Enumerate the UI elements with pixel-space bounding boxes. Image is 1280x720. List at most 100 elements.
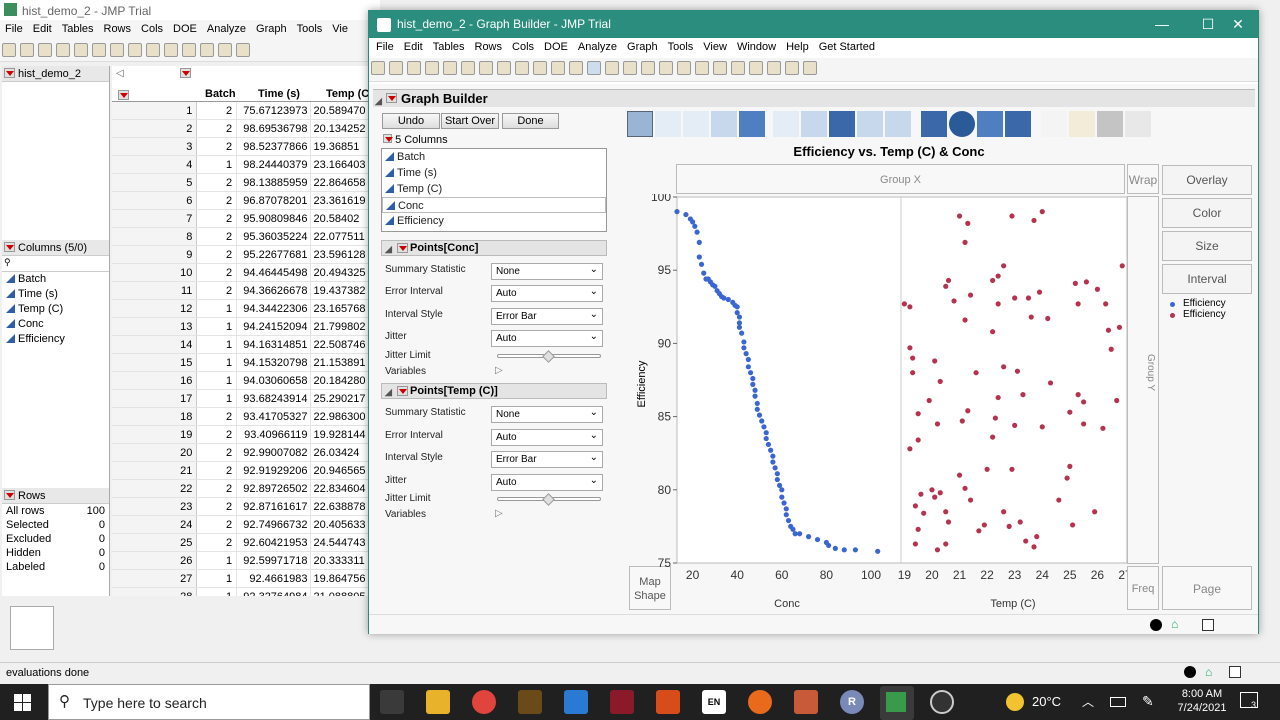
box-plot-element-icon[interactable] — [857, 111, 883, 137]
data-point[interactable] — [1067, 409, 1073, 415]
paste-icon[interactable] — [479, 61, 493, 75]
help-icon[interactable] — [605, 61, 619, 75]
cell-time[interactable]: 92.32764984 — [237, 588, 311, 596]
row-number[interactable]: 24 — [112, 516, 198, 533]
table-row[interactable]: 20 2 92.99007082 26.03424 — [112, 444, 380, 462]
new-table-icon[interactable] — [2, 43, 16, 57]
data-point[interactable] — [990, 277, 996, 284]
notification-icon[interactable]: 3 — [1240, 692, 1258, 710]
data-point[interactable] — [1081, 399, 1087, 405]
data-point[interactable] — [1001, 364, 1007, 370]
crosshair-icon[interactable] — [623, 61, 637, 75]
data-point[interactable] — [995, 394, 1001, 401]
language-icon[interactable]: EN — [702, 690, 726, 714]
cell-batch[interactable]: 1 — [197, 372, 238, 389]
row-number[interactable]: 27 — [112, 570, 198, 587]
data-point[interactable] — [750, 375, 756, 382]
data-point[interactable] — [956, 472, 963, 478]
data-point[interactable] — [814, 536, 821, 543]
row-number[interactable]: 25 — [112, 534, 198, 551]
new-table-icon[interactable] — [371, 61, 385, 75]
firefox-icon[interactable] — [748, 690, 772, 714]
column-item[interactable]: Temp (C) — [382, 181, 606, 197]
data-point[interactable] — [690, 219, 696, 225]
table-row[interactable]: 15 1 94.15320798 21.153891 — [112, 354, 380, 372]
data-point[interactable] — [1094, 286, 1101, 292]
cell-batch[interactable]: 1 — [197, 156, 238, 173]
undo-button[interactable]: Undo — [382, 113, 440, 129]
expand-arrow-icon[interactable]: ▷ — [495, 365, 503, 376]
summary-statistic-dropdown[interactable]: None — [491, 262, 603, 280]
data-point[interactable] — [754, 400, 760, 407]
menu-edit[interactable]: Edit — [28, 20, 57, 38]
open-icon[interactable] — [407, 61, 421, 75]
cell-time[interactable]: 98.69536798 — [237, 120, 311, 137]
clock-app-icon[interactable] — [930, 690, 954, 714]
column-item[interactable]: Batch — [2, 272, 109, 287]
taskbar-search-box[interactable]: ⚲ Type here to search — [48, 684, 370, 720]
paste-icon[interactable] — [110, 43, 124, 57]
weather-icon[interactable] — [1006, 693, 1024, 711]
expand-arrow-icon[interactable]: ▷ — [495, 508, 503, 519]
column-item[interactable]: Batch — [382, 149, 606, 165]
data-point[interactable] — [937, 378, 943, 385]
data-point[interactable] — [779, 494, 785, 500]
data-point[interactable] — [696, 254, 702, 260]
data-point[interactable] — [774, 471, 780, 477]
cell-time[interactable]: 95.90809846 — [237, 210, 311, 227]
data-point[interactable] — [725, 296, 731, 303]
lock-icon[interactable] — [515, 61, 529, 75]
column-item[interactable]: Conc — [2, 317, 109, 332]
chart-icon[interactable] — [218, 43, 232, 57]
data-point[interactable] — [1092, 509, 1098, 515]
data-point[interactable] — [734, 310, 740, 316]
data-point[interactable] — [1067, 463, 1073, 469]
menu-rows[interactable]: Rows — [470, 38, 508, 56]
cell-time[interactable]: 94.24152094 — [237, 318, 311, 335]
arrow-select-icon[interactable] — [587, 61, 601, 75]
data-point[interactable] — [1045, 315, 1051, 322]
row-number[interactable]: 12 — [112, 300, 198, 317]
data-point[interactable] — [783, 506, 789, 512]
red-triangle-menu-icon[interactable] — [397, 243, 408, 253]
app-icon-orange[interactable] — [794, 690, 818, 714]
zoom-icon[interactable] — [695, 61, 709, 75]
y-axis-label[interactable]: Efficiency — [636, 360, 648, 407]
data-point[interactable] — [1116, 324, 1123, 330]
data-point[interactable] — [754, 406, 760, 412]
cell-batch[interactable]: 1 — [197, 318, 238, 335]
row-number[interactable]: 2 — [112, 120, 198, 137]
data-point[interactable] — [1023, 538, 1029, 544]
subset-icon[interactable] — [569, 61, 583, 75]
row-number[interactable]: 16 — [112, 372, 198, 389]
data-point[interactable] — [934, 421, 941, 427]
data-point[interactable] — [1083, 279, 1089, 285]
data-point[interactable] — [852, 547, 858, 553]
treemap-element-icon[interactable] — [977, 111, 1003, 137]
table-row[interactable]: 11 2 94.36626678 19.437382 — [112, 282, 380, 300]
disclosure-icon[interactable]: ◢ — [375, 92, 382, 110]
data-point[interactable] — [745, 356, 751, 363]
menu-help[interactable]: Help — [781, 38, 814, 56]
data-point[interactable] — [912, 541, 919, 547]
cell-time[interactable]: 93.68243914 — [237, 390, 311, 407]
pen-icon[interactable]: ✎ — [1142, 693, 1154, 710]
lasso-icon[interactable] — [677, 61, 691, 75]
copy-icon[interactable] — [92, 43, 106, 57]
data-point[interactable] — [683, 211, 689, 218]
data-point[interactable] — [932, 358, 938, 364]
row-number[interactable]: 14 — [112, 336, 198, 353]
freq-dropzone[interactable]: Freq — [1127, 566, 1159, 610]
list-icon[interactable] — [767, 61, 781, 75]
columns-count-label[interactable]: 5 Columns — [383, 134, 448, 146]
graph-thumbnail[interactable] — [10, 606, 54, 650]
data-point[interactable] — [1047, 380, 1054, 386]
cell-batch[interactable]: 2 — [197, 480, 238, 497]
menu-graph[interactable]: Graph — [622, 38, 663, 56]
data-point[interactable] — [774, 476, 780, 483]
row-number[interactable]: 10 — [112, 264, 198, 281]
data-point[interactable] — [943, 541, 949, 547]
data-point[interactable] — [995, 301, 1001, 307]
data-point[interactable] — [1075, 301, 1081, 307]
cell-batch[interactable]: 2 — [197, 516, 238, 533]
